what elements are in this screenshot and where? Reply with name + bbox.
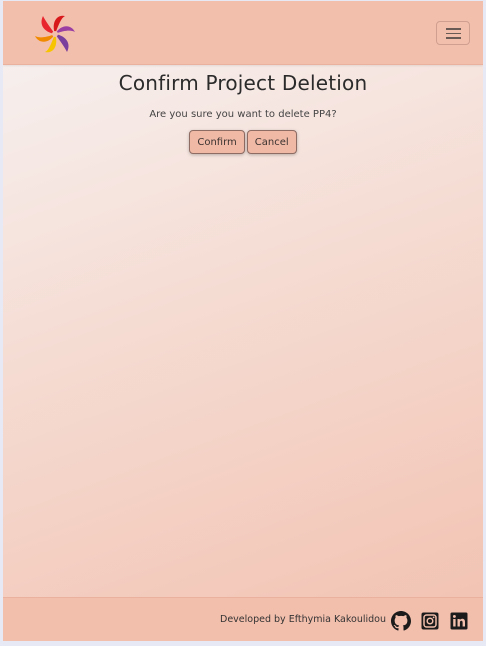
- swirl-logo-icon: [35, 15, 75, 53]
- action-buttons: Confirm Cancel: [3, 130, 483, 154]
- instagram-icon: [421, 612, 439, 630]
- github-icon: [391, 611, 411, 631]
- instagram-link[interactable]: [420, 611, 440, 631]
- github-link[interactable]: [391, 611, 411, 631]
- footer: Developed by Efthymia Kakoulidou: [3, 597, 483, 641]
- confirm-button[interactable]: Confirm: [189, 130, 245, 154]
- hamburger-menu-icon: [446, 28, 461, 39]
- delete-confirmation-message: Are you sure you want to delete PP4?: [149, 109, 337, 120]
- developer-credit: Developed by Efthymia Kakoulidou: [220, 614, 386, 625]
- navbar-toggle-button[interactable]: [436, 21, 470, 45]
- linkedin-link[interactable]: [449, 611, 469, 631]
- main-content: Confirm Project Deletion Are you sure yo…: [3, 65, 483, 154]
- page: Confirm Project Deletion Are you sure yo…: [3, 1, 483, 641]
- page-title: Confirm Project Deletion: [118, 71, 368, 95]
- cancel-button[interactable]: Cancel: [246, 130, 297, 154]
- brand-logo-link[interactable]: [31, 10, 79, 58]
- linkedin-icon: [450, 612, 468, 630]
- navbar: [3, 1, 483, 65]
